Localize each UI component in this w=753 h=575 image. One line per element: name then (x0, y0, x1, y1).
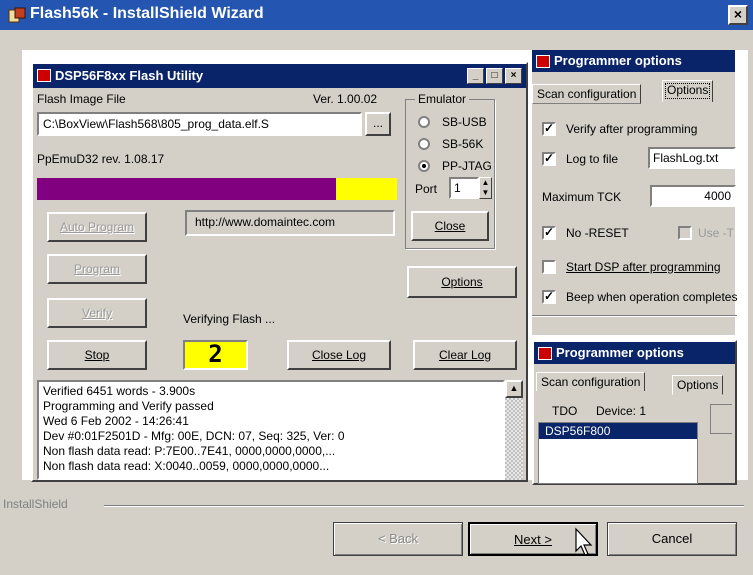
mouse-cursor-icon (574, 527, 596, 561)
programmer-options-front-title: Programmer options (556, 345, 684, 360)
port-spinner[interactable]: ▲ ▼ (479, 177, 492, 199)
emulator-group-label: Emulator (415, 92, 470, 106)
tab-options-front[interactable]: Options (672, 375, 724, 395)
tab-scan-configuration-front[interactable]: Scan configuration (536, 372, 646, 391)
version-label: Ver. 1.00.02 (313, 92, 378, 106)
verify-button[interactable]: Verify (47, 298, 147, 328)
divider (532, 315, 737, 317)
close-icon[interactable]: × (505, 68, 522, 84)
tab-options[interactable]: Options (662, 80, 714, 102)
side-button[interactable] (710, 404, 732, 434)
close-button[interactable]: Close (411, 211, 489, 241)
device-label: Device: 1 (596, 404, 647, 418)
use-t-label: Use -T (698, 226, 734, 240)
log-line: Wed 6 Feb 2002 - 14:26:41 (43, 414, 189, 428)
app-icon (538, 347, 552, 360)
verify-checkbox[interactable]: ✓ (542, 122, 556, 136)
programmer-options-front-window: Programmer options Scan configuration Op… (532, 340, 737, 485)
beep-label: Beep when operation completes (566, 290, 738, 304)
stop-button[interactable]: Stop (47, 340, 147, 370)
radio-sb-56k-label: SB-56K (442, 137, 484, 151)
tdo-label: TDO (552, 404, 578, 418)
app-icon (37, 69, 51, 82)
status-text: Verifying Flash ... (183, 312, 276, 326)
radio-pp-jtag[interactable] (418, 160, 430, 172)
port-label: Port (415, 182, 438, 196)
programmer-options-front-title-bar: Programmer options (534, 342, 735, 364)
installer-icon (8, 7, 26, 23)
log-to-file-label: Log to file (566, 152, 619, 166)
radio-sb-56k[interactable] (418, 138, 430, 150)
no-reset-checkbox[interactable]: ✓ (542, 226, 556, 240)
start-dsp-checkbox[interactable] (542, 260, 556, 274)
port-input[interactable]: 1 (449, 177, 479, 199)
device-list[interactable]: DSP56F800 (538, 422, 698, 484)
use-t-checkbox[interactable] (678, 226, 692, 240)
flash-image-path-input[interactable]: C:\BoxView\Flash568\805_prog_data.elf.S (37, 112, 362, 136)
beep-checkbox[interactable]: ✓ (542, 290, 556, 304)
programmer-options-back-window: Programmer options Scan configuration Op… (530, 50, 738, 335)
flash-utility-window: DSP56F8xx Flash Utility _ □ × Flash Imag… (31, 62, 528, 482)
close-log-button[interactable]: Close Log (287, 340, 391, 370)
log-to-file-checkbox[interactable]: ✓ (542, 152, 556, 166)
footer-divider (104, 505, 744, 507)
emulator-info: PpEmuD32 rev. 1.08.17 (37, 152, 165, 166)
window-title-bar: Flash56k - InstallShield Wizard × (0, 0, 753, 30)
max-tck-input[interactable]: 4000 (650, 185, 736, 207)
maximize-icon[interactable]: □ (486, 68, 503, 84)
program-button[interactable]: Program (47, 254, 147, 284)
cancel-button[interactable]: Cancel (607, 522, 737, 556)
log-line: Non flash data read: P:7E00..7E41, 0000,… (43, 444, 336, 458)
log-line: Dev #0:01F2501D - Mfg: 00E, DCN: 07, Seq… (43, 429, 345, 443)
installshield-brand: InstallShield (3, 497, 68, 511)
radio-sb-usb-label: SB-USB (442, 115, 487, 129)
max-tck-label: Maximum TCK (542, 190, 622, 204)
minimize-icon[interactable]: _ (467, 68, 484, 84)
tab-scan-configuration[interactable]: Scan configuration (532, 84, 642, 104)
options-button[interactable]: Options (407, 266, 517, 298)
browse-button[interactable]: ... (365, 112, 391, 136)
app-icon (536, 55, 550, 68)
back-button[interactable]: < Back (333, 522, 463, 556)
programmer-options-back-title: Programmer options (554, 53, 682, 68)
radio-sb-usb[interactable] (418, 116, 430, 128)
scroll-up-arrow-icon[interactable]: ▲ (505, 380, 523, 398)
auto-program-button[interactable]: Auto Program (47, 212, 147, 242)
window-close-button[interactable]: × (728, 5, 748, 25)
no-reset-label: No -RESET (566, 226, 629, 240)
counter-display: 2 (183, 340, 248, 370)
progress-bar (37, 178, 397, 200)
window-title: Flash56k - InstallShield Wizard (30, 5, 264, 22)
log-output: Verified 6451 words - 3.900s Programming… (37, 380, 505, 480)
flash-utility-title-bar: DSP56F8xx Flash Utility _ □ × (33, 64, 526, 88)
start-dsp-label: Start DSP after programming (566, 260, 721, 274)
flash-image-label: Flash Image File (37, 92, 126, 106)
log-line: Non flash data read: X:0040..0059, 0000,… (43, 459, 330, 473)
programmer-options-back-title-bar: Programmer options (532, 50, 735, 72)
clear-log-button[interactable]: Clear Log (413, 340, 517, 370)
flash-utility-title: DSP56F8xx Flash Utility (55, 68, 204, 83)
verify-label: Verify after programming (566, 122, 698, 136)
log-scrollbar[interactable]: ▲ (505, 380, 523, 480)
log-file-input[interactable]: FlashLog.txt (648, 147, 736, 169)
radio-pp-jtag-label: PP-JTAG (442, 159, 492, 173)
log-line: Programming and Verify passed (43, 399, 214, 413)
website-url: http://www.domaintec.com (185, 210, 395, 236)
progress-fill (37, 178, 336, 200)
log-line: Verified 6451 words - 3.900s (43, 384, 196, 398)
device-list-item[interactable]: DSP56F800 (539, 423, 697, 439)
